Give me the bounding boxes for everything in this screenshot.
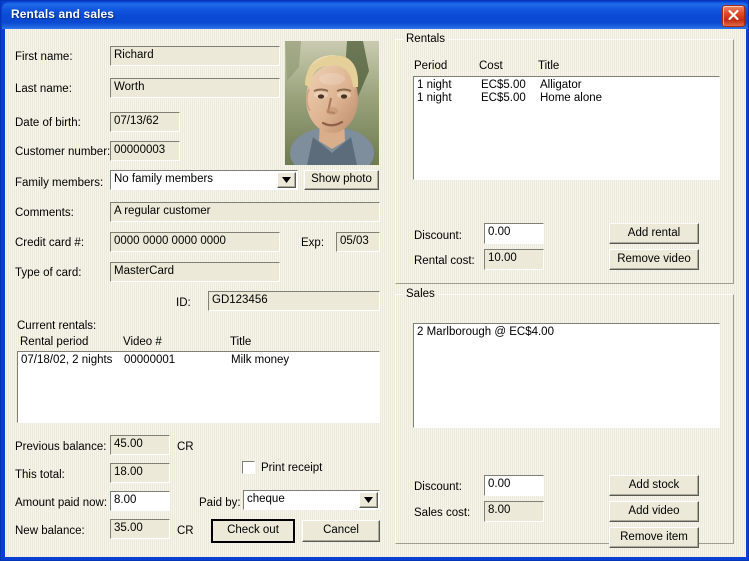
card-type-field[interactable]: MasterCard [110,262,280,282]
new-balance-label: New balance: [15,525,85,537]
first-name-label: First name: [15,51,73,63]
cell-cost: EC$5.00 [481,92,526,104]
rentals-col-cost: Cost [479,60,503,72]
current-rentals-col-video: Video # [123,336,162,348]
add-video-button[interactable]: Add video [609,501,699,522]
paid-by-label: Paid by: [199,497,241,509]
chevron-down-icon[interactable] [359,492,378,508]
check-out-button[interactable]: Check out [211,519,295,543]
cell-period: 1 night [417,79,452,91]
rentals-and-sales-window: Rentals and sales First name: Richard La… [0,0,749,561]
list-item[interactable]: 2 Marlborough @ EC$4.00 [417,326,719,339]
cancel-button[interactable]: Cancel [302,520,380,542]
close-icon[interactable] [722,5,745,27]
sales-discount-input[interactable]: 0.00 [484,475,544,496]
current-rentals-list[interactable]: 07/18/02, 2 nights 00000001 Milk money [17,351,380,423]
previous-balance-field: 45.00 [110,435,170,455]
amount-paid-label: Amount paid now: [15,497,108,509]
sales-list[interactable]: 2 Marlborough @ EC$4.00 [413,323,720,428]
remove-item-button[interactable]: Remove item [609,527,699,548]
rentals-group-label: Rentals [403,33,448,45]
customer-photo [285,41,379,165]
amount-paid-input[interactable]: 8.00 [110,491,170,511]
cell-title: Home alone [540,92,603,104]
card-type-label: Type of card: [15,267,82,279]
cell-period: 1 night [417,92,452,104]
paid-by-select[interactable]: cheque [243,490,380,510]
sales-cost-field: 8.00 [484,501,544,522]
chevron-down-icon[interactable] [277,172,296,188]
dialog-client-area: First name: Richard Last name: Worth Dat… [5,29,746,557]
close-glyph [728,9,739,21]
rental-cost-field: 10.00 [484,249,544,270]
title-bar: Rentals and sales [2,2,748,29]
new-balance-field: 35.00 [110,519,170,539]
date-of-birth-label: Date of birth: [15,117,81,129]
last-name-field[interactable]: Worth [110,78,280,98]
sales-group: Sales 2 Marlborough @ EC$4.00 Discount: … [395,288,734,548]
add-rental-button[interactable]: Add rental [609,223,699,244]
rentals-col-period: Period [414,60,448,72]
comments-field[interactable]: A regular customer [110,202,380,222]
previous-balance-label: Previous balance: [15,441,107,453]
family-members-label: Family members: [15,177,104,189]
rentals-discount-label: Discount: [414,230,462,242]
credit-card-field[interactable]: 0000 0000 0000 0000 [110,232,280,252]
chevron-down-glyph [282,177,291,183]
rentals-col-title: Title [538,60,560,72]
rentals-discount-input[interactable]: 0.00 [484,223,544,244]
first-name-field[interactable]: Richard [110,46,280,66]
customer-number-label: Customer number: [15,146,111,158]
new-balance-suffix: CR [177,525,194,537]
date-of-birth-field[interactable]: 07/13/62 [110,112,180,132]
paid-by-value: cheque [247,493,285,505]
cell-cost: EC$5.00 [481,79,526,91]
last-name-label: Last name: [15,83,72,95]
comments-label: Comments: [15,207,74,219]
sales-group-label: Sales [403,288,438,300]
current-rentals-label: Current rentals: [17,320,97,332]
this-total-label: This total: [15,469,65,481]
print-receipt-label: Print receipt [261,462,323,474]
chevron-down-glyph [364,497,373,503]
family-members-value: No family members [114,173,214,185]
id-field[interactable]: GD123456 [208,291,380,311]
this-total-field: 18.00 [110,463,170,483]
cell-rental-period: 07/18/02, 2 nights [21,354,113,366]
customer-photo-image [285,41,379,165]
show-photo-button[interactable]: Show photo [304,170,379,190]
credit-card-label: Credit card #: [15,237,85,249]
add-stock-button[interactable]: Add stock [609,475,699,496]
print-receipt-checkbox[interactable] [242,461,255,474]
cell-video-number: 00000001 [124,354,176,366]
sales-discount-label: Discount: [414,481,462,493]
current-rentals-col-title: Title [230,336,252,348]
cell-title: Milk money [231,354,290,366]
remove-video-button[interactable]: Remove video [609,249,699,270]
window-title: Rentals and sales [11,7,115,21]
table-row[interactable]: 1 night EC$5.00 Alligator [417,79,719,92]
rentals-list[interactable]: 1 night EC$5.00 Alligator 1 night EC$5.0… [413,76,720,180]
family-members-select[interactable]: No family members [110,170,298,190]
table-row[interactable]: 07/18/02, 2 nights 00000001 Milk money [21,354,379,367]
previous-balance-suffix: CR [177,441,194,453]
rental-cost-label: Rental cost: [414,255,475,267]
cell-title: Alligator [540,79,582,91]
current-rentals-col-period: Rental period [20,336,89,348]
customer-number-field[interactable]: 00000003 [110,141,180,161]
exp-field[interactable]: 05/03 [336,232,380,252]
rentals-group: Rentals Period Cost Title 1 night EC$5.0… [395,33,734,284]
cell-sales-item: 2 Marlborough @ EC$4.00 [417,326,554,338]
exp-label: Exp: [301,237,325,249]
sales-cost-label: Sales cost: [414,507,471,519]
id-label: ID: [176,297,191,309]
table-row[interactable]: 1 night EC$5.00 Home alone [417,92,719,105]
